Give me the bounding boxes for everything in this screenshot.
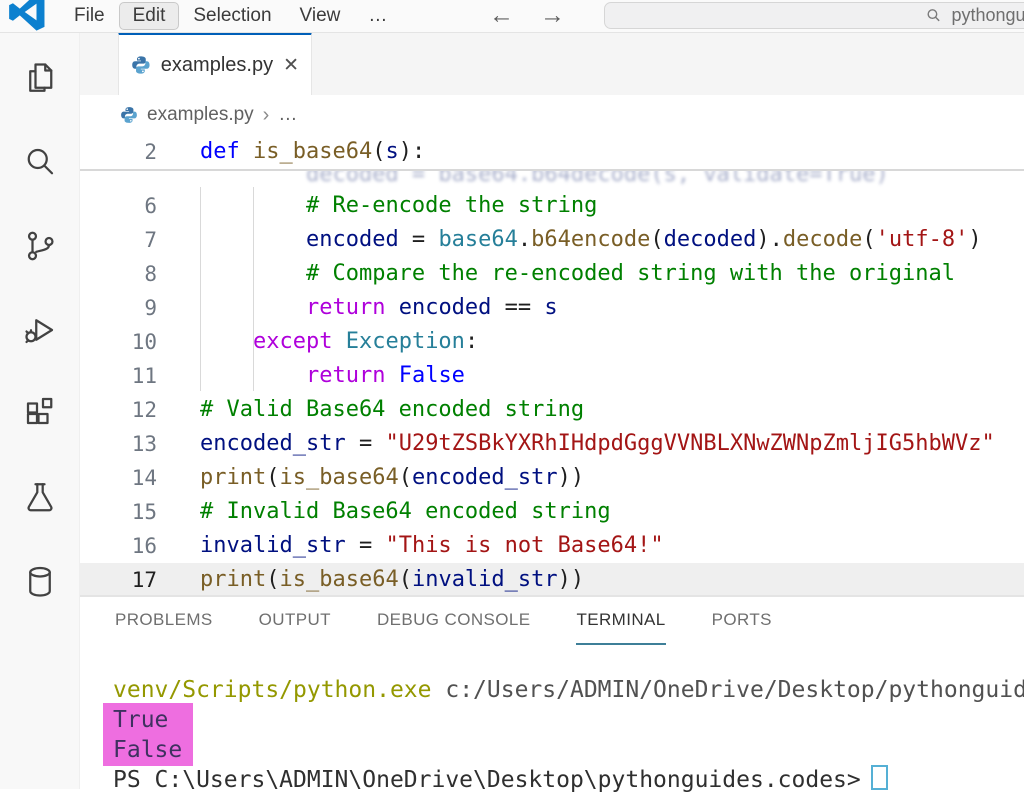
panel-tab-ports[interactable]: PORTS: [712, 597, 772, 645]
code-line: 9 return encoded == s: [80, 291, 1024, 325]
indent-guide: [253, 187, 254, 391]
activity-bar: [0, 32, 80, 789]
extensions-icon[interactable]: [22, 396, 58, 432]
panel-tab-debug-console[interactable]: DEBUG CONSOLE: [377, 597, 531, 645]
files-icon[interactable]: [22, 60, 58, 96]
command-center-search[interactable]: pythonguides.co: [604, 2, 1024, 29]
breadcrumb-file[interactable]: examples.py: [147, 104, 254, 126]
line-number: 11: [80, 359, 200, 393]
terminal-prompt-line: PS C:\Users\ADMIN\OneDrive\Desktop\pytho…: [113, 765, 888, 795]
terminal-highlight: TrueFalse: [103, 703, 193, 766]
panel-tab-problems[interactable]: PROBLEMS: [115, 597, 213, 645]
panel-tabs: PROBLEMS OUTPUT DEBUG CONSOLE TERMINAL PORTS: [80, 597, 1024, 645]
python-file-icon: [120, 106, 138, 124]
title-bar: FileEditSelectionView… ← → pythonguides.…: [0, 0, 1024, 33]
code-line: 12# Valid Base64 encoded string: [80, 393, 1024, 427]
menu-bar: FileEditSelectionView…: [60, 0, 401, 32]
code-line: 7 encoded = base64.b64encode(decoded).de…: [80, 223, 1024, 257]
panel-tab-terminal[interactable]: TERMINAL: [576, 597, 665, 645]
editor-tab-strip: examples.py ✕: [80, 32, 1024, 95]
tab-examples-py[interactable]: examples.py ✕: [118, 32, 312, 95]
menu-item-file[interactable]: File: [60, 2, 119, 30]
close-tab-icon[interactable]: ✕: [283, 54, 299, 77]
line-number: 9: [80, 291, 200, 325]
code-line: 15# Invalid Base64 encoded string: [80, 495, 1024, 529]
indent-guide: [200, 187, 201, 391]
collapsed-seam: decoded = base64.b64decode(s, validate=T…: [80, 169, 1024, 189]
line-number: 17: [80, 563, 200, 595]
terminal-prompt: PS C:\Users\ADMIN\OneDrive\Desktop\pytho…: [113, 767, 861, 793]
code-line: 8 # Compare the re-encoded string with t…: [80, 257, 1024, 291]
line-number: 16: [80, 529, 200, 563]
code-line: 13encoded_str = "U29tZSBkYXRhIHdpdGggVVN…: [80, 427, 1024, 461]
code-line: 6 # Re-encode the string: [80, 189, 1024, 223]
code-line: 11 return False: [80, 359, 1024, 393]
code-line: 2def is_base64(s):: [80, 135, 1024, 169]
menu-item-edit[interactable]: Edit: [119, 2, 180, 30]
navigate-forward-button[interactable]: →: [540, 0, 565, 30]
line-number: 14: [80, 461, 200, 495]
code-line: 16invalid_str = "This is not Base64!": [80, 529, 1024, 563]
terminal-output-line: False: [103, 735, 193, 765]
source-control-icon[interactable]: [22, 228, 58, 264]
line-number: 8: [80, 257, 200, 291]
code-line: 14print(is_base64(encoded_str)): [80, 461, 1024, 495]
breadcrumb-more[interactable]: …: [278, 104, 297, 126]
terminal-output-line: True: [103, 705, 193, 735]
line-number: 15: [80, 495, 200, 529]
panel-tab-output[interactable]: OUTPUT: [259, 597, 331, 645]
code-line: 17print(is_base64(invalid_str)): [80, 563, 1024, 595]
breadcrumb: examples.py › …: [80, 95, 1024, 135]
menu-item-more[interactable]: …: [354, 2, 401, 30]
line-number: 2: [80, 135, 200, 169]
tab-label: examples.py: [161, 54, 273, 77]
navigate-back-button[interactable]: ←: [489, 0, 514, 30]
line-number: 10: [80, 325, 200, 359]
bottom-panel: PROBLEMS OUTPUT DEBUG CONSOLE TERMINAL PORTS…: [80, 595, 1024, 791]
run-debug-icon[interactable]: [22, 312, 58, 348]
search-text: pythonguides.co: [951, 5, 1024, 26]
terminal-command-line: venv/Scripts/python.exe c:/Users/ADMIN/O…: [113, 675, 1024, 705]
testing-icon[interactable]: [22, 480, 58, 516]
search-icon[interactable]: [22, 144, 58, 180]
vscode-logo-icon: [8, 0, 46, 31]
menu-item-view[interactable]: View: [286, 2, 355, 30]
terminal-cursor: [871, 765, 888, 790]
code-line: 10 except Exception:: [80, 325, 1024, 359]
python-file-icon: [131, 55, 151, 75]
chevron-right-icon: ›: [263, 104, 270, 127]
menu-item-selection[interactable]: Selection: [179, 2, 285, 30]
database-icon[interactable]: [22, 564, 58, 600]
line-number: 7: [80, 223, 200, 257]
code-area: 2def is_base64(s): decoded = base64.b64d…: [80, 135, 1024, 595]
line-number: 6: [80, 189, 200, 223]
line-number: 12: [80, 393, 200, 427]
search-icon: [925, 7, 942, 24]
line-number: 13: [80, 427, 200, 461]
code-editor[interactable]: 2def is_base64(s): decoded = base64.b64d…: [80, 135, 1024, 595]
